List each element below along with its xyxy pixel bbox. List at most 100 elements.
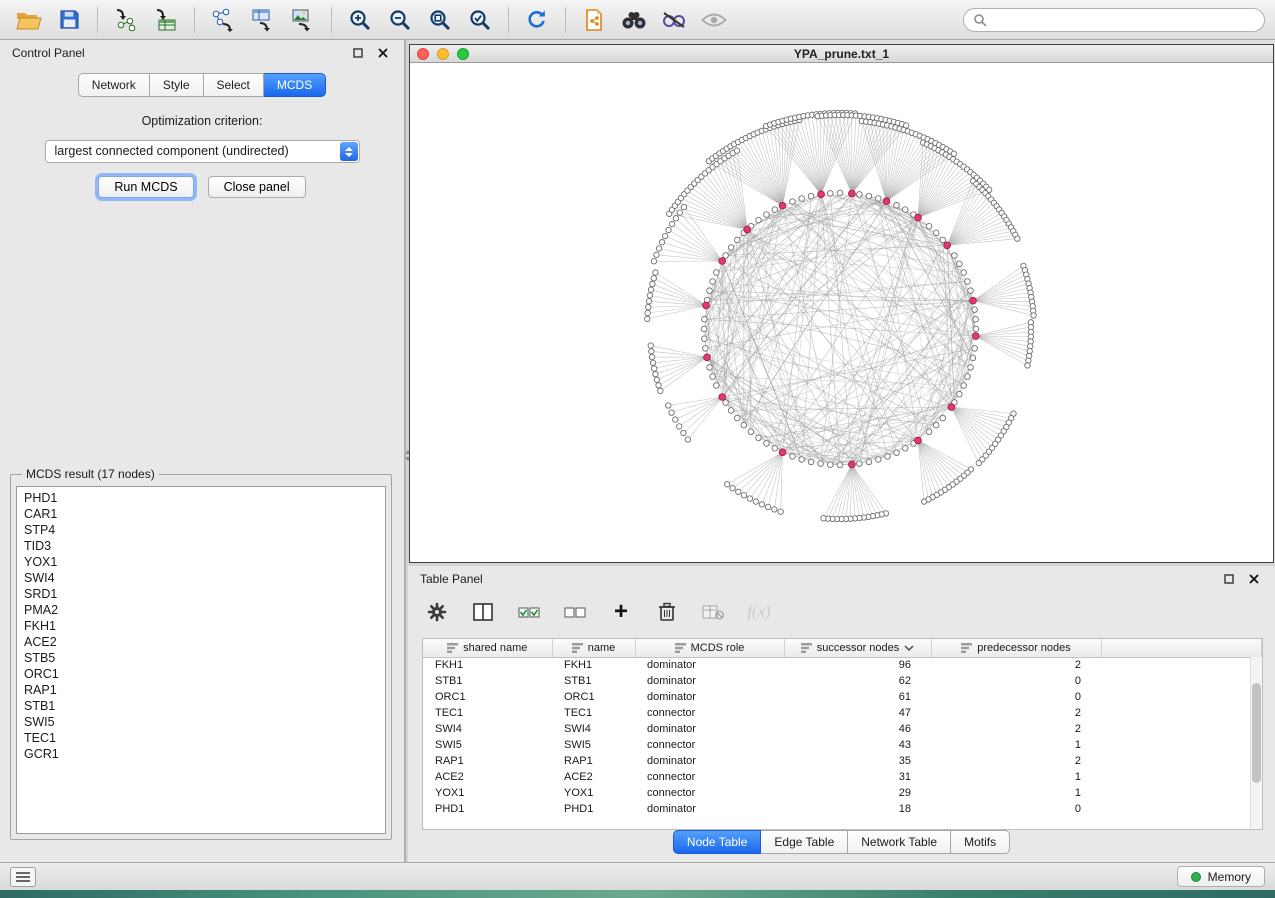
table-cell[interactable]: ORC1 [423, 689, 552, 705]
table-cell[interactable]: dominator [635, 801, 784, 817]
table-cell[interactable]: 0 [931, 801, 1101, 817]
open-session-button[interactable] [10, 4, 48, 36]
zoom-in-button[interactable] [341, 4, 379, 36]
table-cell[interactable]: FKH1 [552, 657, 635, 673]
table-cell[interactable]: 2 [931, 657, 1101, 673]
delete-table-button[interactable] [700, 599, 726, 625]
table-cell[interactable]: 62 [784, 673, 931, 689]
mcds-result-item[interactable]: PMA2 [24, 602, 385, 618]
table-cell[interactable]: RAP1 [423, 753, 552, 769]
table-cell[interactable]: 1 [931, 737, 1101, 753]
column-header-name[interactable]: name [552, 639, 635, 657]
close-panel-button[interactable]: Close panel [208, 176, 306, 198]
table-cell[interactable]: dominator [635, 673, 784, 689]
mcds-result-item[interactable]: FKH1 [24, 618, 385, 634]
table-cell[interactable]: YOX1 [552, 785, 635, 801]
first-neighbors-button[interactable] [615, 4, 653, 36]
table-cell[interactable]: dominator [635, 689, 784, 705]
optimization-criterion-dropdown[interactable]: largest connected component (undirected) [45, 140, 360, 163]
table-cell[interactable]: 2 [931, 705, 1101, 721]
mcds-result-item[interactable]: RAP1 [24, 682, 385, 698]
table-cell[interactable]: 35 [784, 753, 931, 769]
mcds-result-item[interactable]: STP4 [24, 522, 385, 538]
table-scrollbar[interactable] [1250, 657, 1262, 829]
delete-column-button[interactable] [654, 599, 680, 625]
show-columns-button[interactable] [470, 599, 496, 625]
table-cell[interactable]: YOX1 [423, 785, 552, 801]
zoom-selected-button[interactable] [461, 4, 499, 36]
table-row[interactable]: YOX1YOX1connector291 [423, 785, 1262, 801]
export-network-button[interactable] [204, 4, 242, 36]
table-settings-button[interactable] [424, 599, 450, 625]
minimize-window-icon[interactable] [437, 48, 449, 60]
table-cell[interactable]: ACE2 [423, 769, 552, 785]
table-cell[interactable]: 29 [784, 785, 931, 801]
close-table-panel-icon[interactable] [1245, 570, 1263, 588]
maximize-window-icon[interactable] [457, 48, 469, 60]
table-cell[interactable]: SWI4 [423, 721, 552, 737]
mcds-result-item[interactable]: CAR1 [24, 506, 385, 522]
mcds-result-item[interactable]: YOX1 [24, 554, 385, 570]
close-panel-icon[interactable] [374, 44, 392, 62]
import-table-button[interactable] [147, 4, 185, 36]
mcds-result-list[interactable]: PHD1CAR1STP4TID3YOX1SWI4SRD1PMA2FKH1ACE2… [16, 486, 386, 834]
mcds-result-item[interactable]: PHD1 [24, 490, 385, 506]
tab-network[interactable]: Network [78, 73, 150, 97]
column-header-successor-nodes[interactable]: successor nodes [784, 639, 931, 657]
table-row[interactable]: SWI5SWI5connector431 [423, 737, 1262, 753]
float-table-panel-icon[interactable] [1220, 570, 1238, 588]
table-row[interactable]: SWI4SWI4dominator462 [423, 721, 1262, 737]
export-table-button[interactable] [244, 4, 282, 36]
tab-mcds[interactable]: MCDS [264, 73, 326, 97]
refresh-button[interactable] [518, 4, 556, 36]
table-cell[interactable]: PHD1 [423, 801, 552, 817]
function-builder-button[interactable]: f(x) [746, 599, 772, 625]
tab-motifs[interactable]: Motifs [951, 830, 1010, 854]
table-cell[interactable]: RAP1 [552, 753, 635, 769]
table-cell[interactable]: 31 [784, 769, 931, 785]
tab-network-table[interactable]: Network Table [848, 830, 951, 854]
run-mcds-button[interactable]: Run MCDS [98, 176, 193, 198]
mcds-result-item[interactable]: TID3 [24, 538, 385, 554]
table-cell[interactable]: connector [635, 785, 784, 801]
table-cell[interactable]: TEC1 [552, 705, 635, 721]
deselect-all-button[interactable] [562, 599, 588, 625]
table-row[interactable]: STB1STB1dominator620 [423, 673, 1262, 689]
column-header-predecessor-nodes[interactable]: predecessor nodes [931, 639, 1101, 657]
mcds-result-item[interactable]: TEC1 [24, 730, 385, 746]
zoom-fit-button[interactable] [421, 4, 459, 36]
clone-network-button[interactable] [575, 4, 613, 36]
mcds-result-item[interactable]: STB1 [24, 698, 385, 714]
network-window-titlebar[interactable]: YPA_prune.txt_1 [410, 45, 1273, 63]
table-row[interactable]: PHD1PHD1dominator180 [423, 801, 1262, 817]
mcds-result-item[interactable]: ORC1 [24, 666, 385, 682]
table-cell[interactable]: 2 [931, 753, 1101, 769]
mcds-result-item[interactable]: ACE2 [24, 634, 385, 650]
table-row[interactable]: FKH1FKH1dominator962 [423, 657, 1262, 673]
search-input[interactable] [993, 13, 1255, 27]
column-header-shared-name[interactable]: shared name [423, 639, 552, 657]
memory-button[interactable]: Memory [1177, 866, 1265, 887]
table-cell[interactable]: ORC1 [552, 689, 635, 705]
network-graph[interactable] [410, 63, 1273, 562]
table-cell[interactable]: connector [635, 737, 784, 753]
table-cell[interactable]: 0 [931, 689, 1101, 705]
table-cell[interactable]: FKH1 [423, 657, 552, 673]
table-cell[interactable]: TEC1 [423, 705, 552, 721]
zoom-out-button[interactable] [381, 4, 419, 36]
table-cell[interactable]: 46 [784, 721, 931, 737]
table-cell[interactable]: SWI5 [423, 737, 552, 753]
table-cell[interactable]: SWI5 [552, 737, 635, 753]
table-cell[interactable]: 96 [784, 657, 931, 673]
table-cell[interactable]: 2 [931, 721, 1101, 737]
table-cell[interactable]: STB1 [552, 673, 635, 689]
table-cell[interactable]: STB1 [423, 673, 552, 689]
table-row[interactable]: ORC1ORC1dominator610 [423, 689, 1262, 705]
table-cell[interactable]: 18 [784, 801, 931, 817]
toggle-graphics-details-button[interactable] [655, 4, 693, 36]
mcds-result-item[interactable]: GCR1 [24, 746, 385, 762]
table-cell[interactable]: 0 [931, 673, 1101, 689]
column-header-mcds-role[interactable]: MCDS role [635, 639, 784, 657]
table-cell[interactable]: 1 [931, 769, 1101, 785]
table-cell[interactable]: 47 [784, 705, 931, 721]
